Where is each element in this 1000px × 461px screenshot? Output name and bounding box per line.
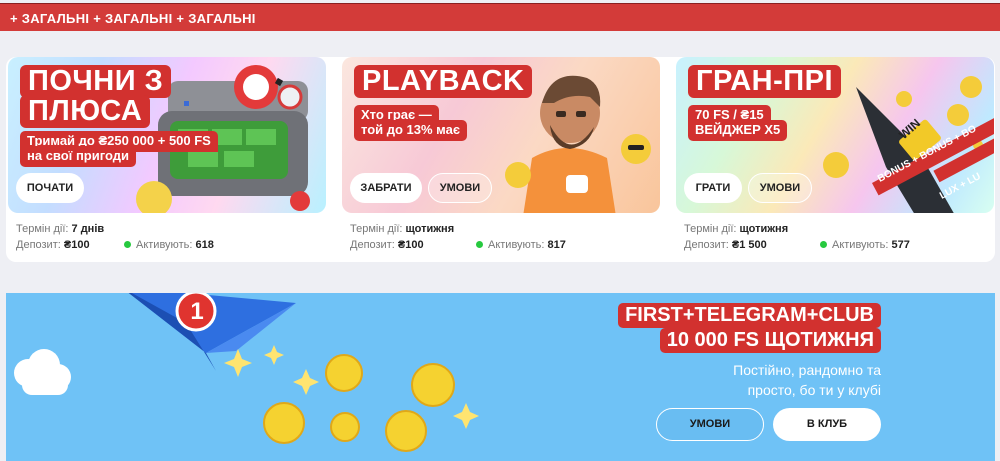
promo-title: FIRST+TELEGRAM+CLUB 10 000 FS ЩОТИЖНЯ (618, 303, 881, 353)
bonus-cards-panel: ПОЧНИ З ПЛЮСА Тримай до ₴250 000 + 500 F… (6, 57, 995, 262)
card-term: Термін дії: 7 днів (16, 223, 105, 235)
telegram-club-banner: 1 FIRST+TELEGRAM+CLUB 10 000 FS ЩОТИЖНЯ … (6, 293, 995, 461)
bonus-card-playback[interactable]: PLAYBACK Хто грає — той до 13% має ЗАБРА… (340, 57, 660, 262)
card-deposit: Депозит: ₴100 (350, 239, 424, 251)
card-active: Активують: 618 (124, 239, 214, 251)
notification-count: 1 (190, 298, 204, 325)
category-bar: + ЗАГАЛЬНІ + ЗАГАЛЬНІ + ЗАГАЛЬНІ (0, 3, 1000, 31)
start-button[interactable]: ПОЧАТИ (16, 173, 84, 203)
card-term: Термін дії: щотижня (350, 223, 455, 235)
card-title-line-1: ГРАН-ПРІ (688, 65, 842, 99)
paper-plane-illustration (14, 293, 479, 452)
card-term: Термін дії: щотижня (684, 223, 789, 235)
category-bar-label: + ЗАГАЛЬНІ + ЗАГАЛЬНІ + ЗАГАЛЬНІ (10, 11, 256, 26)
claim-button[interactable]: ЗАБРАТИ (350, 173, 422, 203)
card-deposit: Депозит: ₴100 (16, 239, 90, 251)
bonus-card-start-plus[interactable]: ПОЧНИ З ПЛЮСА Тримай до ₴250 000 + 500 F… (6, 57, 326, 262)
card-active: Активують: 817 (476, 239, 566, 251)
card-active: Активують: 577 (820, 239, 910, 251)
card-deposit: Депозит: ₴1 500 (684, 239, 767, 251)
promo-description: Постійно, рандомно та просто, бо ти у кл… (733, 362, 881, 399)
card-subtitle-line-2: ВЕЙДЖЕР X5 (688, 120, 788, 141)
card-title-line-1: PLAYBACK (354, 65, 533, 99)
card-title-line-2: ПЛЮСА (20, 95, 151, 129)
card-title-line-1: ПОЧНИ З (20, 65, 172, 99)
promo-title-line-2: 10 000 FS ЩОТИЖНЯ (659, 328, 881, 353)
active-status-dot (124, 241, 131, 248)
promo-terms-button[interactable]: УМОВИ (656, 408, 764, 441)
join-club-button[interactable]: В КЛУБ (773, 408, 881, 441)
bonus-banner: PLAYBACK Хто грає — той до 13% має ЗАБРА… (342, 57, 660, 213)
active-status-dot (820, 241, 827, 248)
bonus-card-grand-prix[interactable]: WIN BONUS + BONUS + BO LUX + LU ГРАН-ПРІ… (674, 57, 994, 262)
terms-button[interactable]: УМОВИ (748, 173, 812, 203)
card-subtitle-line-2: на свої пригоди (20, 146, 136, 167)
bonus-banner: ПОЧНИ З ПЛЮСА Тримай до ₴250 000 + 500 F… (8, 57, 326, 213)
play-button[interactable]: ГРАТИ (684, 173, 742, 203)
bonus-banner: WIN BONUS + BONUS + BO LUX + LU ГРАН-ПРІ… (676, 57, 994, 213)
promo-title-line-1: FIRST+TELEGRAM+CLUB (618, 303, 881, 328)
terms-button[interactable]: УМОВИ (428, 173, 492, 203)
card-subtitle-line-2: той до 13% має (354, 120, 468, 141)
active-status-dot (476, 241, 483, 248)
